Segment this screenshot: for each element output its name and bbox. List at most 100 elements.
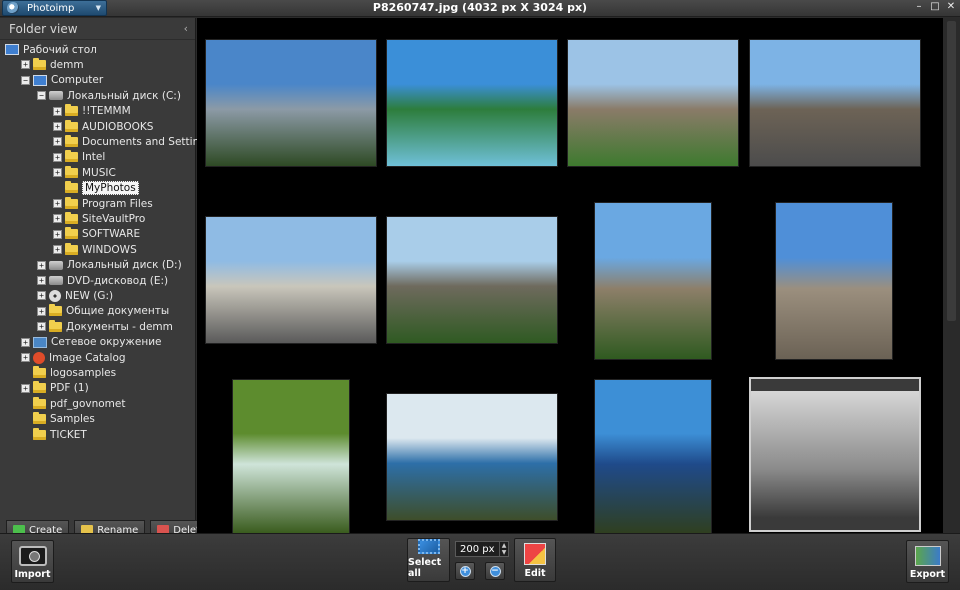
- zoom-in-button[interactable]: +: [455, 562, 475, 580]
- expand-node-icon[interactable]: +: [21, 353, 30, 362]
- tree-item[interactable]: + Image Catalog: [21, 350, 126, 365]
- scrollbar-thumb[interactable]: [947, 21, 956, 321]
- expand-node-icon[interactable]: +: [53, 199, 62, 208]
- tree-item-label: Program Files: [82, 197, 153, 210]
- tree-item[interactable]: TICKET: [21, 427, 87, 442]
- tree-item[interactable]: + PDF (1): [21, 381, 89, 396]
- tree-item-label: Image Catalog: [49, 351, 126, 364]
- expand-node-icon[interactable]: +: [21, 60, 30, 70]
- import-button[interactable]: Import: [11, 540, 54, 583]
- tree-item[interactable]: + MUSIC: [53, 165, 116, 180]
- tree-item[interactable]: + Документы - demm: [37, 319, 173, 334]
- size-spinner-icon[interactable]: ▲ ▼: [499, 542, 508, 556]
- tree-item[interactable]: + AUDIOBOOKS: [53, 119, 153, 134]
- tree-item[interactable]: + demm: [21, 57, 84, 72]
- expand-node-icon[interactable]: +: [53, 137, 62, 147]
- tree-item-label: PDF (1): [50, 382, 89, 395]
- expand-node-icon: [21, 430, 30, 439]
- close-button[interactable]: ✕: [946, 1, 956, 13]
- tree-item[interactable]: pdf_govnomet: [21, 396, 125, 411]
- folder-icon: [49, 319, 62, 332]
- photo-thumbnail[interactable]: [567, 39, 739, 167]
- tree-item[interactable]: + Intel: [53, 150, 105, 165]
- folder-icon: [33, 396, 46, 409]
- thumbnail-gallery: [197, 18, 943, 533]
- tree-item[interactable]: + Локальный диск (D:): [37, 258, 182, 273]
- tree-item[interactable]: Samples: [21, 412, 95, 427]
- expand-node-icon: [21, 415, 30, 424]
- tree-item-label: demm: [50, 58, 84, 71]
- maximize-button[interactable]: □: [930, 1, 940, 13]
- select-all-button[interactable]: Select all: [407, 538, 450, 582]
- collapse-node-icon[interactable]: −: [21, 75, 30, 85]
- tree-item[interactable]: + NEW (G:): [37, 288, 113, 303]
- expand-node-icon[interactable]: +: [37, 291, 46, 301]
- gallery-scrollbar[interactable]: [943, 18, 960, 533]
- expand-node-icon[interactable]: +: [53, 168, 62, 178]
- tree-item-label: NEW (G:): [65, 289, 114, 302]
- photo-thumbnail[interactable]: [594, 202, 712, 360]
- thumbnail-size-field[interactable]: 200 px ▲ ▼: [455, 541, 509, 557]
- expand-node-icon[interactable]: +: [53, 229, 62, 239]
- tree-item-label: Сетевое окружение: [51, 336, 162, 349]
- expand-node-icon[interactable]: +: [53, 122, 62, 131]
- export-button[interactable]: Export: [906, 540, 949, 583]
- drive-icon: [49, 260, 63, 270]
- tree-item[interactable]: + !!TEMMM: [53, 104, 131, 119]
- photo-thumbnail[interactable]: [205, 39, 377, 167]
- tree-item[interactable]: − Локальный диск (C:): [37, 88, 181, 103]
- folder-icon: [33, 381, 46, 394]
- thumbnail-size-value: 200 px: [460, 543, 495, 555]
- drive-icon: [49, 91, 63, 101]
- photo-thumbnail[interactable]: [232, 379, 350, 533]
- expand-node-icon[interactable]: +: [53, 106, 62, 116]
- tree-item[interactable]: Рабочий стол: [5, 42, 97, 57]
- folder-icon: [65, 134, 78, 147]
- tree-item[interactable]: + DVD-дисковод (E:): [37, 273, 168, 288]
- expand-node-icon[interactable]: +: [53, 245, 62, 255]
- expand-node-icon[interactable]: +: [53, 214, 62, 224]
- photo-thumbnail[interactable]: [749, 39, 921, 167]
- minimize-button[interactable]: –: [914, 1, 924, 13]
- tree-item[interactable]: logosamples: [21, 365, 116, 380]
- zoom-out-button[interactable]: −: [485, 562, 505, 580]
- tree-item[interactable]: + SOFTWARE: [53, 227, 140, 242]
- tree-item[interactable]: − Computer: [21, 73, 103, 88]
- tree-item-label: SOFTWARE: [82, 228, 141, 241]
- folder-icon: [33, 427, 46, 440]
- expand-node-icon[interactable]: +: [37, 260, 46, 270]
- photo-thumbnail[interactable]: [775, 202, 893, 360]
- photo-thumbnail[interactable]: [386, 39, 558, 167]
- photo-thumbnail[interactable]: [205, 216, 377, 344]
- expand-node-icon[interactable]: +: [53, 152, 62, 162]
- network-icon: [33, 336, 47, 348]
- tree-item[interactable]: + SiteVaultPro: [53, 211, 145, 226]
- tree-item[interactable]: + Documents and Settings: [53, 134, 211, 149]
- tree-item-label: Документы - demm: [66, 320, 173, 333]
- expand-node-icon: [21, 368, 30, 377]
- edit-button[interactable]: Edit: [514, 538, 556, 582]
- tree-item[interactable]: + WINDOWS: [53, 242, 137, 257]
- tree-item[interactable]: + Program Files: [53, 196, 153, 211]
- expand-node-icon[interactable]: +: [37, 276, 46, 285]
- tree-item[interactable]: + Общие документы: [37, 304, 169, 319]
- photo-thumbnail[interactable]: [386, 393, 558, 521]
- folder-view-title: Folder view: [9, 21, 78, 36]
- folder-icon: [65, 165, 78, 178]
- folder-icon: [65, 150, 78, 163]
- collapse-panel-icon[interactable]: ‹: [184, 22, 188, 35]
- expand-node-icon[interactable]: +: [37, 306, 46, 316]
- edit-label: Edit: [524, 568, 546, 579]
- expand-node-icon[interactable]: +: [37, 322, 46, 332]
- photo-thumbnail[interactable]: [749, 377, 921, 532]
- collapse-node-icon[interactable]: −: [37, 91, 46, 101]
- folder-icon: [65, 104, 78, 117]
- photo-thumbnail[interactable]: [594, 379, 712, 533]
- folder-icon: [65, 242, 78, 255]
- photo-thumbnail[interactable]: [386, 216, 558, 344]
- tree-item[interactable]: MyPhotos: [53, 181, 139, 196]
- expand-node-icon[interactable]: +: [21, 383, 30, 393]
- select-all-icon: [417, 539, 440, 554]
- tree-item[interactable]: + Сетевое окружение: [21, 335, 162, 350]
- expand-node-icon[interactable]: +: [21, 337, 30, 347]
